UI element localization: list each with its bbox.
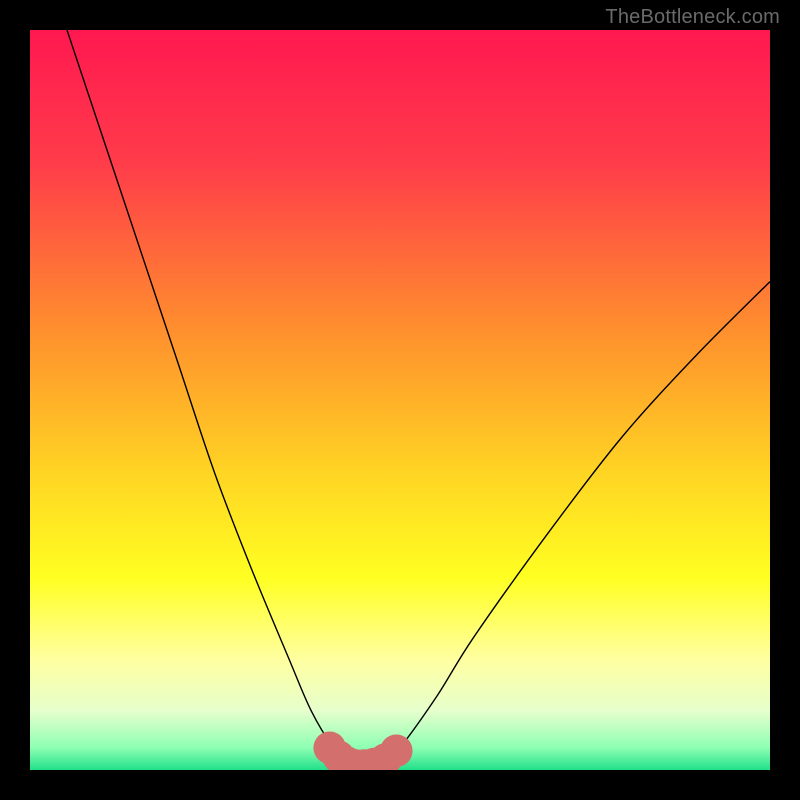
plot-area <box>30 30 770 770</box>
optimal-range-markers <box>313 732 412 770</box>
chart-frame: TheBottleneck.com <box>0 0 800 800</box>
watermark-text: TheBottleneck.com <box>605 6 780 29</box>
marker-dot <box>380 734 413 767</box>
curve-layer <box>30 30 770 770</box>
bottleneck-curve <box>67 30 770 767</box>
